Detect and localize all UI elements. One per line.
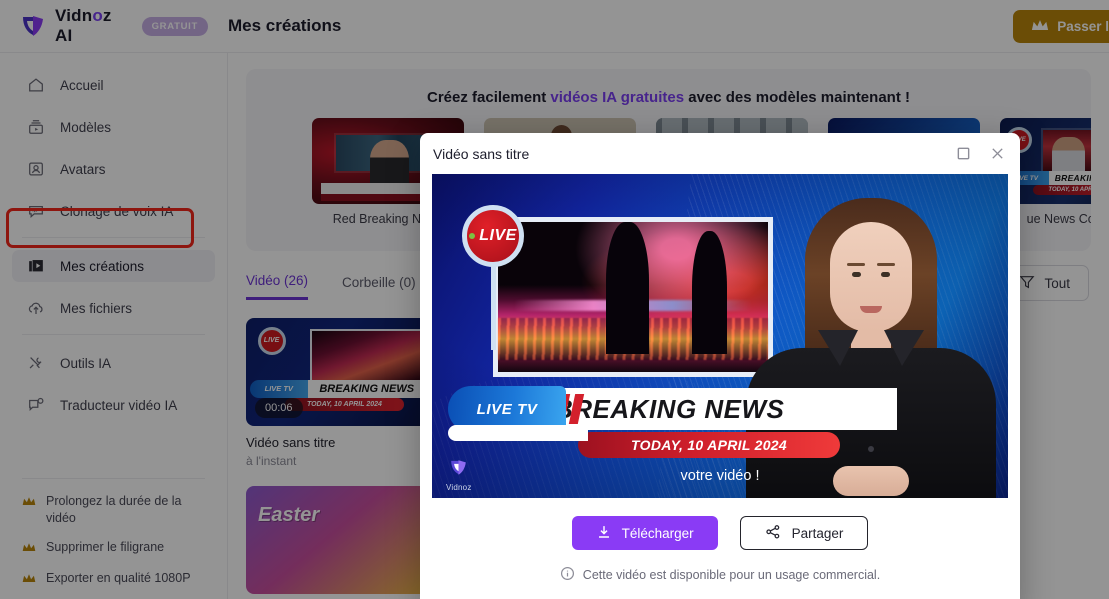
commercial-use-notice: Cette vidéo est disponible pour un usage… <box>420 566 1020 584</box>
close-icon[interactable] <box>990 146 1006 162</box>
download-icon <box>596 524 612 543</box>
video-player[interactable]: LIVE BREAKING NEWS LIVE TV TODAY, 10 APR… <box>432 174 1008 498</box>
notice-text: Cette vidéo est disponible pour un usage… <box>582 568 881 582</box>
share-label: Partager <box>791 525 844 541</box>
live-label: LIVE <box>479 227 517 244</box>
live-badge-stem <box>491 264 496 350</box>
date-banner: TODAY, 10 APRIL 2024 <box>578 432 840 458</box>
livetv-badge: LIVE TV <box>448 386 588 441</box>
modal-title: Vidéo sans titre <box>433 145 530 162</box>
live-dot-icon <box>469 233 476 239</box>
share-icon <box>765 524 781 543</box>
video-preview-modal: Vidéo sans titre LIVE BREAKING NEWS LIVE… <box>420 133 1020 599</box>
modal-action-buttons: Télécharger Partager <box>420 516 1020 550</box>
video-subtitle: votre vidéo ! <box>680 468 760 484</box>
headline-banner: BREAKING NEWS <box>542 388 897 430</box>
maximize-icon[interactable] <box>956 146 972 162</box>
download-label: Télécharger <box>621 525 694 541</box>
live-badge: LIVE <box>462 205 524 267</box>
watermark-label: Vidnoz <box>446 483 472 492</box>
info-icon <box>560 566 575 584</box>
app-root: Vidnoz AI GRATUIT Mes créations Passer l… <box>0 0 1109 599</box>
inset-photo <box>498 222 768 372</box>
modal-actions <box>956 146 1006 162</box>
modal-footer: Télécharger Partager Cette vidéo est dis… <box>420 498 1020 584</box>
modal-header: Vidéo sans titre <box>420 133 1020 174</box>
share-button[interactable]: Partager <box>739 516 869 550</box>
download-button[interactable]: Télécharger <box>571 516 718 550</box>
